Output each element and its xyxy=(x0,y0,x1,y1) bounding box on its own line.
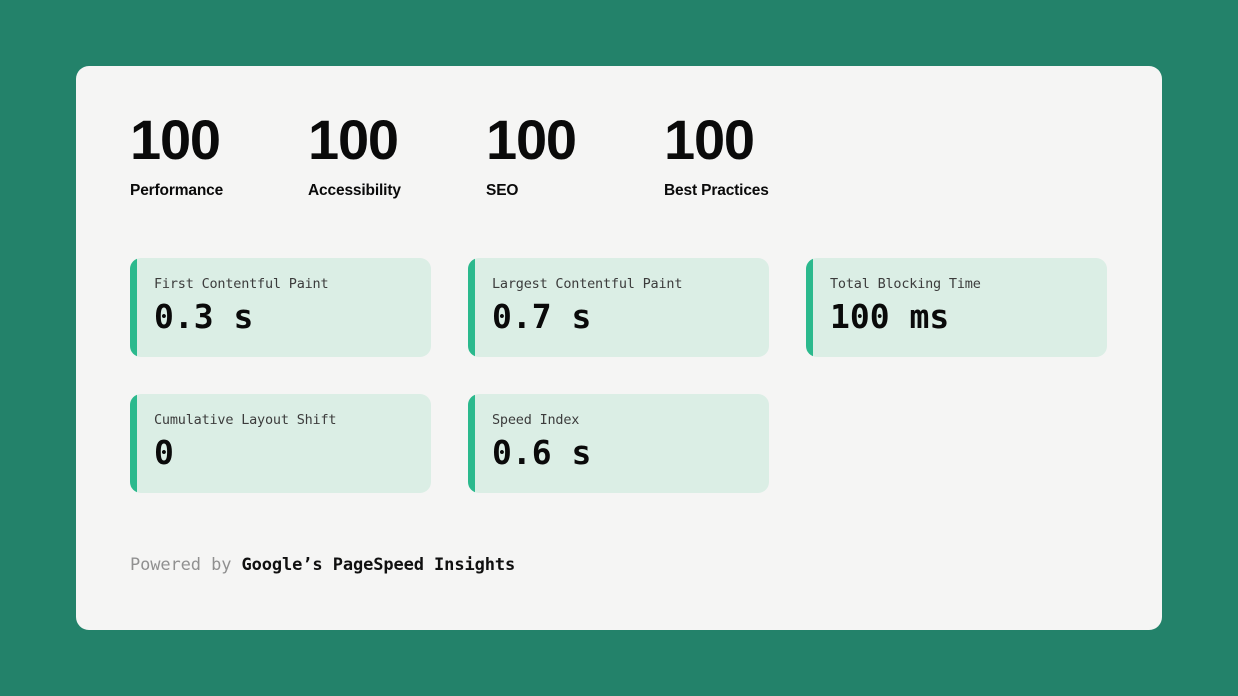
metric-label: Speed Index xyxy=(492,412,580,428)
card-accent-bar xyxy=(468,258,475,357)
page-background: 100 Performance 100 Accessibility 100 SE… xyxy=(0,0,1238,696)
metric-label: Total Blocking Time xyxy=(830,276,981,292)
lighthouse-score-row: 100 Performance 100 Accessibility 100 SE… xyxy=(130,112,842,200)
metric-label: First Contentful Paint xyxy=(154,276,329,292)
metric-card-cumulative-layout-shift: Cumulative Layout Shift 0 xyxy=(130,394,431,493)
metric-value: 100 ms xyxy=(830,297,950,336)
score-seo: 100 SEO xyxy=(486,112,664,200)
metric-value: 0.7 s xyxy=(492,297,592,336)
card-accent-bar xyxy=(130,258,137,357)
metric-label: Cumulative Layout Shift xyxy=(154,412,337,428)
metric-card-largest-contentful-paint: Largest Contentful Paint 0.7 s xyxy=(468,258,769,357)
report-panel: 100 Performance 100 Accessibility 100 SE… xyxy=(76,66,1162,630)
metric-card-total-blocking-time: Total Blocking Time 100 ms xyxy=(806,258,1107,357)
score-label: SEO xyxy=(486,182,519,199)
metric-value: 0.6 s xyxy=(492,433,592,472)
card-body: First Contentful Paint 0.3 s xyxy=(154,276,421,336)
card-body: Cumulative Layout Shift 0 xyxy=(154,412,421,472)
score-label: Performance xyxy=(130,182,224,199)
metric-card-grid: First Contentful Paint 0.3 s Largest Con… xyxy=(130,258,1108,493)
score-best-practices: 100 Best Practices xyxy=(664,112,842,200)
score-label: Accessibility xyxy=(308,182,401,199)
metric-value: 0.3 s xyxy=(154,297,254,336)
score-value: 100 xyxy=(308,108,399,171)
score-label: Best Practices xyxy=(664,182,769,199)
card-accent-bar xyxy=(468,394,475,493)
score-value: 100 xyxy=(664,108,755,171)
metric-value: 0 xyxy=(154,433,174,472)
attribution-brand: Google’s PageSpeed Insights xyxy=(241,555,516,575)
metric-card-speed-index: Speed Index 0.6 s xyxy=(468,394,769,493)
score-value: 100 xyxy=(486,108,577,171)
card-body: Total Blocking Time 100 ms xyxy=(830,276,1097,336)
attribution-footer: Powered by Google’s PageSpeed Insights xyxy=(130,554,515,576)
card-accent-bar xyxy=(130,394,137,493)
score-value: 100 xyxy=(130,108,221,171)
card-accent-bar xyxy=(806,258,813,357)
card-body: Speed Index 0.6 s xyxy=(492,412,759,472)
score-performance: 100 Performance xyxy=(130,112,308,200)
attribution-prefix: Powered by xyxy=(130,555,242,575)
card-body: Largest Contentful Paint 0.7 s xyxy=(492,276,759,336)
score-accessibility: 100 Accessibility xyxy=(308,112,486,200)
metric-label: Largest Contentful Paint xyxy=(492,276,683,292)
metric-card-first-contentful-paint: First Contentful Paint 0.3 s xyxy=(130,258,431,357)
